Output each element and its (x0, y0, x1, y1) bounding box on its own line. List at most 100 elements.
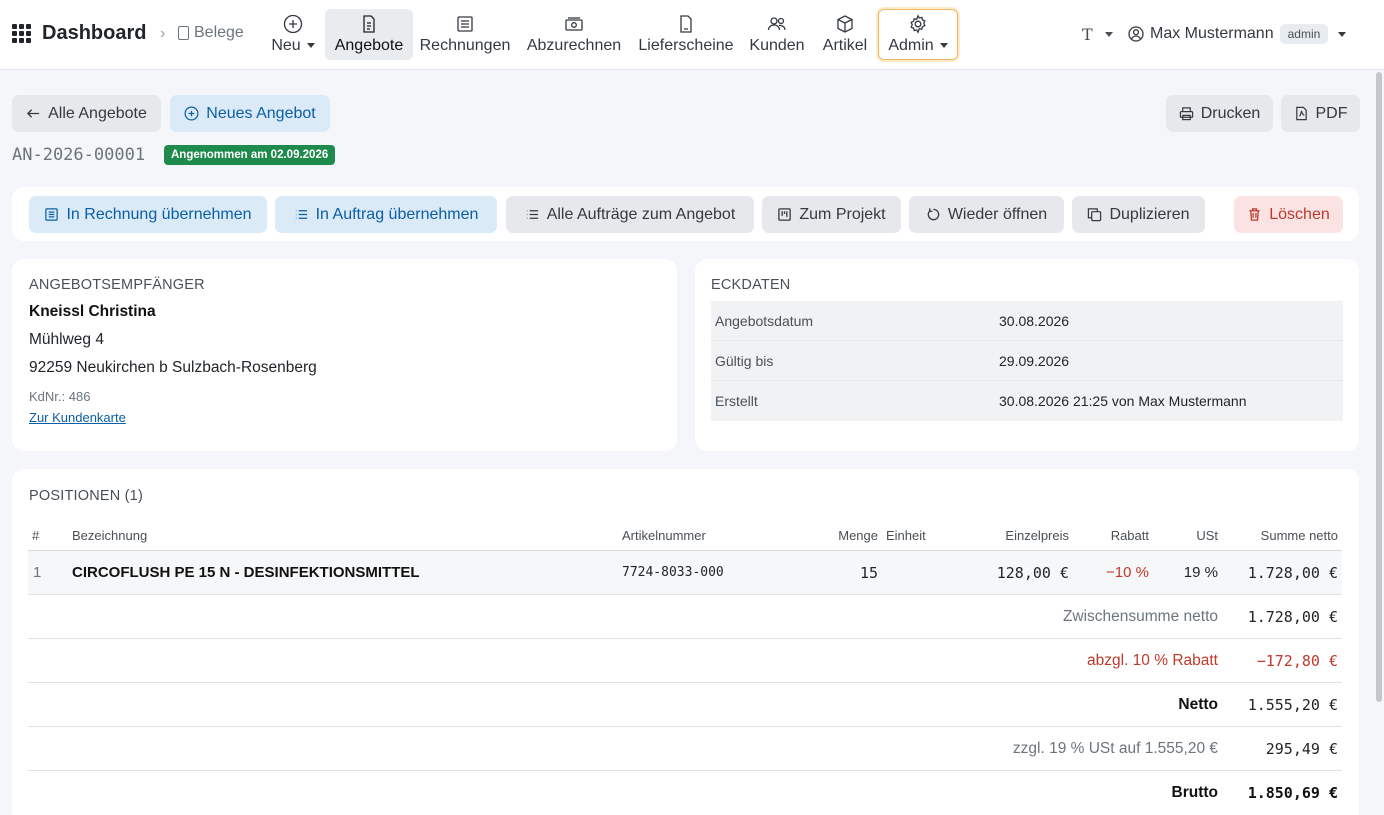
nav-admin[interactable]: Admin (878, 9, 958, 60)
caret-down-icon (1104, 32, 1113, 37)
nav-delivery-notes-label: Lieferscheine (638, 37, 734, 54)
gear-icon (910, 14, 926, 34)
subtotal-label: Zwischensumme netto (1062, 608, 1218, 625)
key-data-key: Angebotsdatum (715, 312, 814, 329)
discount-row: abzgl. 10 % Rabatt −172,80 € (28, 639, 1342, 683)
recipient-city: 92259 Neukirchen b Sulzbach-Rosenberg (29, 359, 317, 376)
customer-number: KdNr.: 486 (29, 389, 91, 404)
nav-customers-label: Kunden (749, 37, 805, 54)
box-icon (837, 15, 853, 33)
key-data-table: Angebotsdatum 30.08.2026 Gültig bis 29.0… (711, 301, 1343, 421)
arrow-left-icon (27, 109, 40, 118)
user-name: Max Mustermann (1150, 25, 1274, 42)
row-desc: CIRCOFLUSH PE 15 N - DESINFEKTIONSMITTEL (72, 564, 420, 581)
user-circle-icon (1128, 26, 1144, 42)
pdf-button[interactable]: PDF (1281, 95, 1360, 132)
nav-delivery-notes[interactable]: Lieferscheine (634, 9, 738, 60)
plus-circle-icon (184, 106, 199, 121)
theme-toggle[interactable]: T (1082, 25, 1113, 44)
key-data-row: Erstellt 30.08.2026 21:25 von Max Muster… (711, 381, 1343, 421)
nav-customers[interactable]: Kunden (744, 9, 810, 60)
document-icon (363, 15, 375, 33)
brand-title: Dashboard (42, 22, 147, 44)
vat-value: 295,49 € (1265, 740, 1338, 758)
cash-icon (565, 17, 583, 31)
duplicate-button[interactable]: Duplizieren (1072, 196, 1205, 233)
net-value: 1.555,20 € (1247, 696, 1338, 714)
file-icon (680, 15, 692, 33)
recipient-title: Angebotsempfänger (29, 277, 205, 293)
positions-card: Positionen (1) # Bezeichnung Artikelnumm… (12, 469, 1359, 815)
key-data-value: 30.08.2026 (999, 312, 1070, 329)
row-vat: 19 % (1183, 564, 1218, 581)
to-invoice-button[interactable]: In Rechnung übernehmen (29, 196, 267, 233)
reopen-button[interactable]: Wieder öffnen (909, 196, 1064, 233)
print-button[interactable]: Drucken (1166, 95, 1273, 132)
nav-billable-label: Abzurechnen (526, 37, 622, 54)
theme-label: T (1082, 25, 1093, 44)
customer-card-link[interactable]: Zur Kundenkarte (29, 410, 126, 425)
reopen-label: Wieder öffnen (947, 205, 1048, 223)
nav-billable[interactable]: Abzurechnen (522, 9, 626, 60)
to-project-button[interactable]: Zum Projekt (762, 196, 901, 233)
header-num: # (32, 528, 40, 543)
new-offer-button[interactable]: Neues Angebot (170, 95, 330, 132)
gross-row: Brutto 1.850,69 € (28, 771, 1342, 815)
row-price: 128,00 € (996, 564, 1069, 582)
key-data-key: Erstellt (715, 393, 758, 409)
brand-link[interactable]: Dashboard (12, 22, 146, 45)
row-discount: −10 % (1106, 564, 1149, 581)
recipient-street: Mühlweg 4 (29, 331, 104, 348)
header-desc: Bezeichnung (72, 528, 148, 543)
nav-new[interactable]: Neu (262, 9, 324, 60)
to-order-label: In Auftrag übernehmen (315, 205, 479, 223)
chevron-right-icon: › (160, 25, 166, 42)
top-navbar: Dashboard › Belege Neu Angebote Rechnung… (0, 0, 1384, 70)
document-icon (178, 26, 189, 40)
back-to-offers-button[interactable]: Alle Angebote (12, 95, 161, 132)
discount-value: −172,80 € (1256, 652, 1338, 670)
net-label: Netto (1178, 696, 1218, 713)
nav-invoices[interactable]: Rechnungen (416, 9, 514, 60)
receipt-icon (457, 16, 473, 32)
to-order-button[interactable]: In Auftrag übernehmen (275, 196, 497, 233)
caret-down-icon (306, 43, 315, 49)
header-qty: Menge (838, 528, 878, 543)
header-unit: Einheit (886, 528, 926, 543)
net-row: Netto 1.555,20 € (28, 683, 1342, 727)
key-data-row: Gültig bis 29.09.2026 (711, 341, 1343, 381)
recipient-card: Angebotsempfänger Kneissl Christina Mühl… (12, 259, 677, 451)
subtotal-row: Zwischensumme netto 1.728,00 € (28, 595, 1342, 639)
vat-row: zzgl. 19 % USt auf 1.555,20 € 295,49 € (28, 727, 1342, 771)
to-project-label: Zum Projekt (799, 205, 886, 223)
recipient-name: Kneissl Christina (29, 303, 156, 320)
breadcrumb-label: Belege (194, 24, 244, 41)
nav-offers[interactable]: Angebote (325, 9, 413, 60)
page-scrollbar[interactable] (1376, 72, 1382, 702)
receipt-icon (45, 208, 59, 221)
discount-label: abzgl. 10 % Rabatt (1087, 652, 1218, 669)
nav-articles[interactable]: Artikel (816, 9, 874, 60)
nav-articles-label: Artikel (822, 37, 868, 54)
row-sum: 1.728,00 € (1247, 564, 1338, 582)
pdf-label: PDF (1315, 104, 1348, 122)
user-menu[interactable]: Max Mustermann admin (1128, 24, 1347, 44)
back-to-offers-label: Alle Angebote (48, 104, 147, 122)
all-orders-button[interactable]: Alle Aufträge zum Angebot (506, 196, 754, 233)
people-icon (767, 17, 786, 31)
all-orders-label: Alle Aufträge zum Angebot (546, 205, 736, 223)
duplicate-label: Duplizieren (1109, 205, 1190, 223)
header-sku: Artikelnummer (622, 528, 706, 543)
vat-label: zzgl. 19 % USt auf 1.555,20 € (1012, 740, 1218, 757)
plus-circle-icon (283, 14, 303, 34)
delete-button[interactable]: Löschen (1234, 196, 1343, 233)
printer-icon (1179, 107, 1193, 121)
key-data-row: Angebotsdatum 30.08.2026 (711, 301, 1343, 341)
gross-label: Brutto (1171, 784, 1219, 801)
positions-table-header: # Bezeichnung Artikelnummer Menge Einhei… (28, 521, 1342, 551)
new-offer-label: Neues Angebot (206, 104, 316, 122)
row-num: 1 (33, 564, 42, 581)
breadcrumb-belege[interactable]: Belege (178, 24, 244, 42)
to-invoice-label: In Rechnung übernehmen (66, 205, 252, 223)
delete-label: Löschen (1269, 205, 1330, 223)
